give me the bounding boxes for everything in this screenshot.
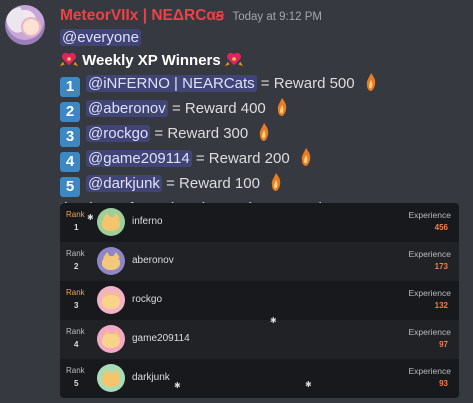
keycap-2-icon: 2 xyxy=(60,102,80,122)
flame-token-icon xyxy=(260,123,269,141)
weekly-title: Weekly XP Winners xyxy=(82,52,221,69)
cat-avatar-icon xyxy=(97,208,125,236)
user-avatar[interactable] xyxy=(5,5,45,45)
winner-line: 1 @iNFERNO | NEARCats = Reward 500 xyxy=(60,72,470,97)
reward-text: = Reward 300 xyxy=(150,125,249,142)
leaderboard-row: Rank 5 darkjunk Experience 93 ✱ ✱ xyxy=(60,359,459,398)
winner-line: 4 @game209114 = Reward 200 xyxy=(60,147,470,172)
member-name: game209114 xyxy=(132,333,190,344)
message-header: MeteorVIIx | NEΔRCαꞩ Today at 9:12 PM xyxy=(60,6,322,25)
member-name: rockgo xyxy=(132,294,163,305)
username[interactable]: MeteorVIIx | NEΔRCαꞩ xyxy=(60,7,224,24)
chat-message: MeteorVIIx | NEΔRCαꞩ Today at 9:12 PM @e… xyxy=(0,0,473,403)
rank-number: 4 xyxy=(74,340,79,349)
heart-ribbon-icon xyxy=(60,52,78,67)
experience-label: Experience xyxy=(408,249,451,259)
experience-label: Experience xyxy=(408,366,451,376)
winner-line: 5 @darkjunk = Reward 100 xyxy=(60,172,470,197)
winner-mention[interactable]: @rockgo xyxy=(86,125,151,142)
experience-label: Experience xyxy=(408,327,451,337)
flame-token-icon xyxy=(271,173,281,191)
experience-value: 132 xyxy=(434,301,448,310)
sparkle-icon: ✱ xyxy=(305,380,312,389)
winner-mention[interactable]: @game209114 xyxy=(86,150,192,167)
rank-label: Rank xyxy=(66,288,85,297)
leaderboard-card: Rank 1 inferno Experience 456 ✱ Rank 2 a… xyxy=(60,203,459,398)
winner-mention[interactable]: @aberonov xyxy=(86,100,168,117)
sparkle-icon: ✱ xyxy=(174,381,181,390)
member-name: inferno xyxy=(132,216,163,227)
keycap-3-icon: 3 xyxy=(60,127,80,147)
leaderboard-row: Rank 3 rockgo Experience 132 xyxy=(60,281,459,320)
cat-avatar-icon xyxy=(97,286,125,314)
cat-avatar-icon xyxy=(97,364,125,392)
cat-avatar-icon xyxy=(97,325,125,353)
winner-mention[interactable]: @darkjunk xyxy=(86,175,162,192)
rank-number: 1 xyxy=(74,223,79,232)
rank-number: 2 xyxy=(74,262,79,271)
experience-value: 456 xyxy=(434,223,448,232)
reward-text: = Reward 200 xyxy=(191,150,290,167)
keycap-1-icon: 1 xyxy=(60,77,80,97)
cat-avatar-icon xyxy=(97,247,125,275)
sparkle-icon: ✱ xyxy=(87,213,94,222)
leaderboard-row: Rank 1 inferno Experience 456 ✱ xyxy=(60,203,459,242)
reward-text: = Reward 500 xyxy=(256,75,355,92)
keycap-4-icon: 4 xyxy=(60,152,80,172)
member-name: darkjunk xyxy=(132,372,170,383)
timestamp: Today at 9:12 PM xyxy=(232,11,322,23)
experience-label: Experience xyxy=(408,288,451,298)
title-line: Weekly XP Winners xyxy=(60,49,470,72)
flame-token-icon xyxy=(301,148,311,166)
rank-label: Rank xyxy=(66,210,85,219)
keycap-5-icon: 5 xyxy=(60,177,80,197)
experience-value: 97 xyxy=(439,340,448,349)
member-name: aberonov xyxy=(132,255,174,266)
winner-line: 2 @aberonov = Reward 400 xyxy=(60,97,470,122)
rank-label: Rank xyxy=(66,366,85,375)
sparkle-icon: ✱ xyxy=(270,316,277,325)
heart-ribbon-icon xyxy=(224,52,243,67)
message-content: @everyone Weekly XP Winners 1 @iNFERNO | … xyxy=(60,26,470,220)
everyone-mention[interactable]: @everyone xyxy=(60,29,141,46)
rank-label: Rank xyxy=(66,327,85,336)
reward-text: = Reward 100 xyxy=(161,175,260,192)
winner-mention[interactable]: @iNFERNO | NEARCats xyxy=(86,75,257,92)
experience-value: 173 xyxy=(434,262,448,271)
flame-token-icon xyxy=(366,73,376,91)
reward-text: = Reward 400 xyxy=(167,100,266,117)
experience-value: 93 xyxy=(439,379,448,388)
rank-number: 5 xyxy=(74,379,79,388)
experience-label: Experience xyxy=(408,210,451,220)
avatar-face-shape xyxy=(21,17,41,37)
rank-label: Rank xyxy=(66,249,85,258)
leaderboard-row: Rank 4 game209114 Experience 97 ✱ xyxy=(60,316,459,359)
flame-token-icon xyxy=(277,98,287,116)
leaderboard-row: Rank 2 aberonov Experience 173 xyxy=(60,242,459,281)
rank-number: 3 xyxy=(74,301,79,310)
winner-line: 3 @rockgo = Reward 300 xyxy=(60,122,470,147)
everyone-line: @everyone xyxy=(60,26,470,49)
